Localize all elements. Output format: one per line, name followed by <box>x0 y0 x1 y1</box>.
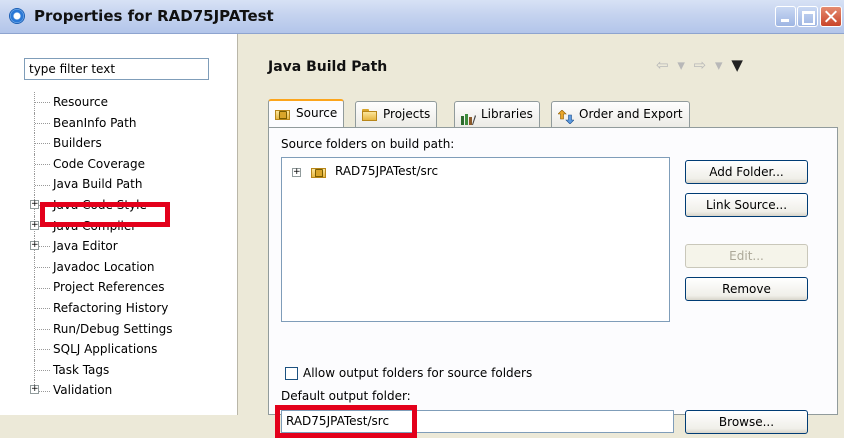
tree-item-label: Validation <box>53 383 113 398</box>
tab-label: Libraries <box>481 107 533 121</box>
order-export-icon <box>557 108 575 124</box>
tree-item[interactable]: Code Coverage <box>0 153 237 175</box>
source-folder-icon <box>311 166 327 178</box>
tree-item[interactable]: + Java Code Style <box>0 194 237 216</box>
tab-projects[interactable]: Projects <box>355 101 438 127</box>
tree-connector <box>35 143 50 145</box>
page-navigation: ⇦ ▾ ⇨ ▾ ▼ <box>656 56 745 74</box>
tree-item-label: Resource <box>53 95 109 109</box>
tree-item-label: Project References <box>53 280 165 295</box>
allow-output-folders-checkbox[interactable] <box>285 367 298 380</box>
tab-order-and-export[interactable]: Order and Export <box>551 101 690 127</box>
libraries-icon <box>461 109 476 125</box>
source-folder-item[interactable]: RAD75JPATest/src <box>335 164 438 178</box>
folder-expander[interactable]: + <box>292 168 301 177</box>
tree-item[interactable]: Task Tags <box>0 359 237 381</box>
tree-item[interactable]: + Validation <box>0 380 237 401</box>
tree-item[interactable]: Javadoc Location <box>0 256 237 278</box>
source-folders-tree[interactable]: + RAD75JPATest/src <box>281 157 670 322</box>
source-folder-icon <box>275 108 291 120</box>
tree-item[interactable]: Builders <box>0 133 237 154</box>
view-menu-icon[interactable]: ▼ <box>731 56 745 74</box>
remove-button[interactable]: Remove <box>685 277 808 301</box>
default-output-folder-field[interactable]: RAD75JPATest/src <box>281 410 674 433</box>
tab-label: Projects <box>383 107 431 121</box>
tree-connector <box>35 102 50 104</box>
allow-output-folders-label: Allow output folders for source folders <box>303 366 533 380</box>
add-folder-button[interactable]: Add Folder... <box>685 160 808 184</box>
tree-connector <box>35 122 50 124</box>
tree-item[interactable]: BeanInfo Path <box>0 112 237 134</box>
tree-item-label: Java Code Style <box>53 197 147 212</box>
tree-item-label: Java Build Path <box>53 177 143 192</box>
tree-item-label: SQLJ Applications <box>53 342 158 357</box>
tree-item[interactable]: + Java Compiler <box>0 215 237 237</box>
tree-item-label: Task Tags <box>53 362 110 377</box>
tree-item-label: Run/Debug Settings <box>53 321 173 336</box>
tree-item[interactable]: Java Build Path <box>0 174 237 195</box>
tree-connector <box>35 184 50 186</box>
browse-button[interactable]: Browse... <box>685 410 808 434</box>
projects-icon <box>362 108 378 121</box>
tree-item-label: BeanInfo Path <box>53 115 137 130</box>
tree-item-label: Refactoring History <box>53 300 169 315</box>
tree-item[interactable]: Project References <box>0 277 237 298</box>
tree-expand-icon[interactable]: + <box>30 385 39 395</box>
tree-connector <box>35 328 50 330</box>
source-tab-content: Source folders on build path: + RAD75JPA… <box>268 127 838 438</box>
tree-item-label: Builders <box>53 136 102 151</box>
tree-item-label: Javadoc Location <box>53 259 155 274</box>
tree-connector <box>35 349 50 351</box>
property-pages-tree: Resource BeanInfo Path Builders Code Covera… <box>0 92 237 401</box>
window-title: Properties for RAD75JPATest <box>34 7 274 25</box>
tree-connector <box>35 164 50 166</box>
link-source-button[interactable]: Link Source... <box>685 193 808 217</box>
filter-input[interactable] <box>24 58 209 80</box>
tree-item[interactable]: Refactoring History <box>0 297 237 319</box>
back-menu-icon[interactable]: ▾ <box>677 56 687 74</box>
tree-item[interactable]: Run/Debug Settings <box>0 318 237 340</box>
minimize-button[interactable] <box>775 6 796 27</box>
tab-label: Source <box>296 106 338 120</box>
tab-label: Order and Export <box>579 107 683 121</box>
properties-icon <box>9 8 25 24</box>
source-folders-label: Source folders on build path: <box>281 137 455 151</box>
forward-menu-icon[interactable]: ▾ <box>715 56 725 74</box>
property-pages-panel: Resource BeanInfo Path Builders Code Covera… <box>0 34 238 415</box>
tree-expand-icon[interactable]: + <box>30 220 39 230</box>
close-button[interactable] <box>820 6 842 27</box>
tree-item-label: Java Compiler <box>53 218 137 233</box>
tree-connector <box>35 308 50 310</box>
tree-expand-icon[interactable]: + <box>30 199 39 209</box>
forward-arrow-icon[interactable]: ⇨ <box>694 56 709 74</box>
tab-source[interactable]: Source <box>268 99 345 128</box>
tree-item-label: Code Coverage <box>53 156 146 171</box>
page-title: Java Build Path <box>268 59 388 75</box>
tree-connector <box>35 370 50 372</box>
tree-item-label: Java Editor <box>53 239 118 254</box>
title-bar: Properties for RAD75JPATest <box>0 0 844 34</box>
edit-button[interactable]: Edit... <box>685 244 808 268</box>
tree-expand-icon[interactable]: + <box>30 241 39 251</box>
tree-connector <box>35 267 50 269</box>
tree-item[interactable]: Resource <box>0 92 237 113</box>
default-output-folder-label: Default output folder: <box>281 389 411 403</box>
back-arrow-icon[interactable]: ⇦ <box>656 56 671 74</box>
tree-connector <box>35 287 50 289</box>
maximize-button[interactable] <box>797 6 818 27</box>
tree-item[interactable]: SQLJ Applications <box>0 339 237 360</box>
tab-libraries[interactable]: Libraries <box>454 101 540 127</box>
tree-item[interactable]: + Java Editor <box>0 236 237 257</box>
java-build-path-page: Java Build Path ⇦ ▾ ⇨ ▾ ▼ Source Project… <box>238 34 844 438</box>
